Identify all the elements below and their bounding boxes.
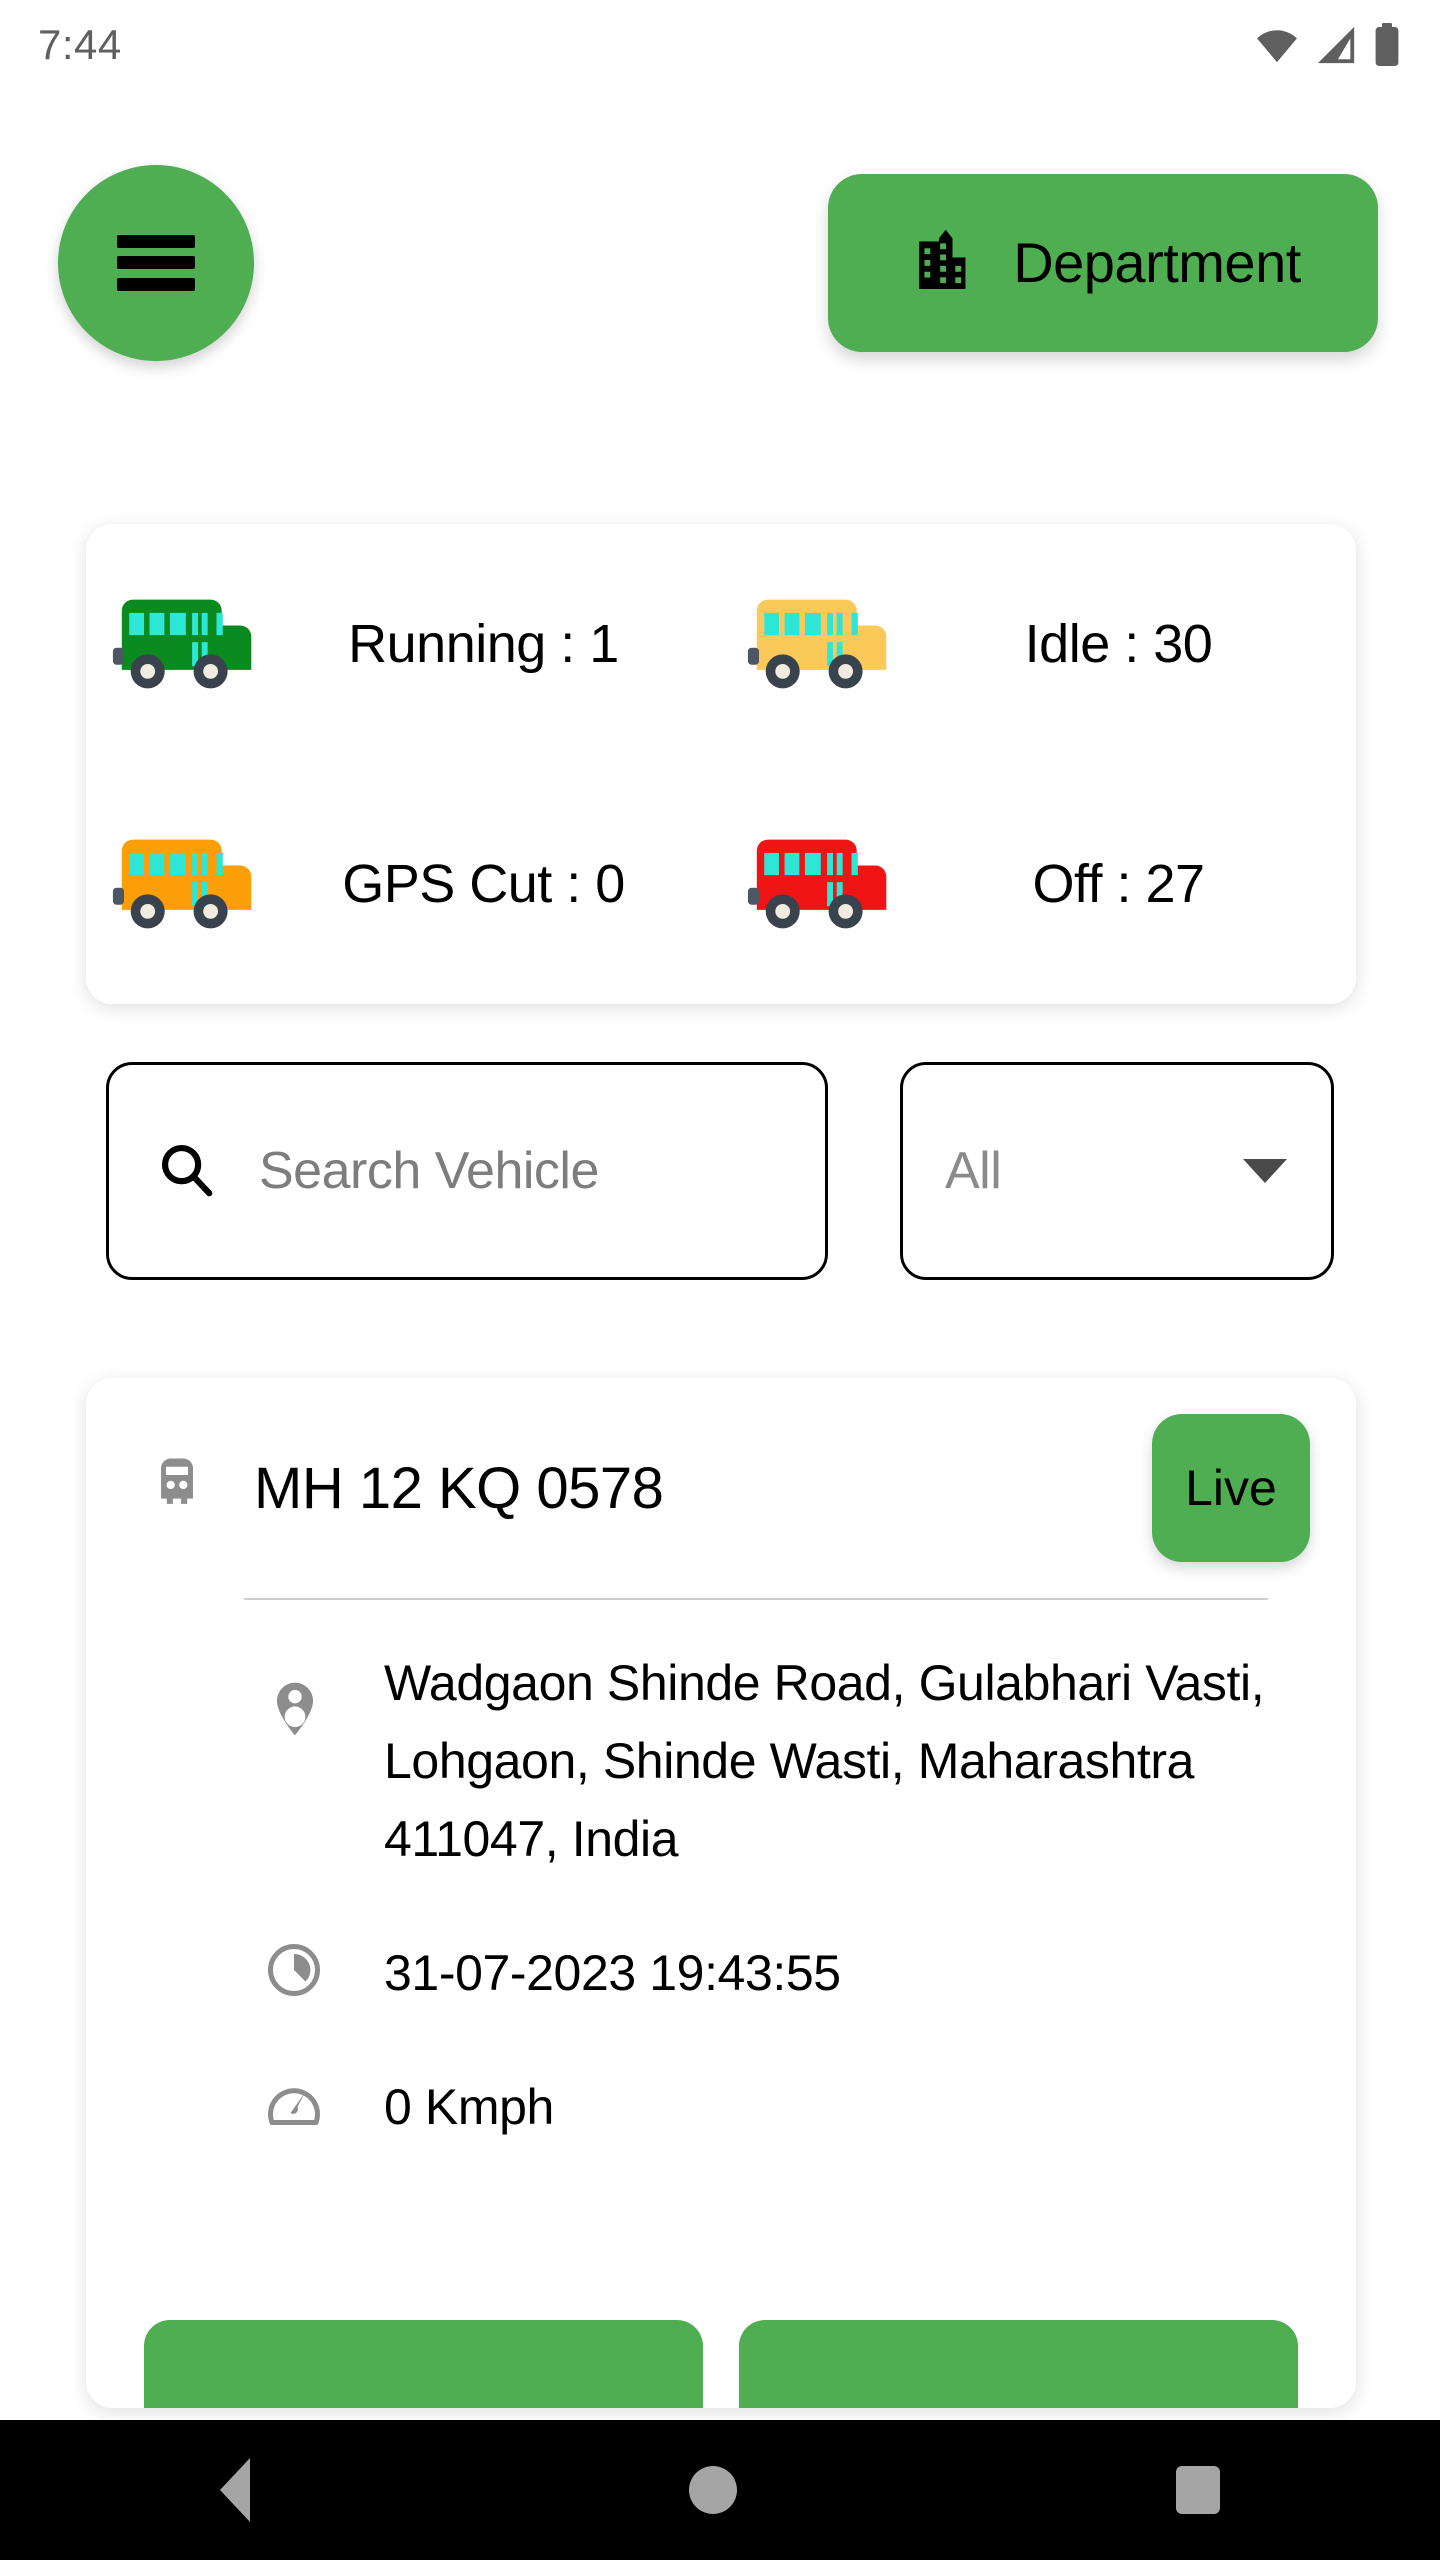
vehicle-timestamp: 31-07-2023 19:43:55 bbox=[384, 1945, 841, 2001]
vehicle-address-row: Wadgaon Shinde Road, Gulabhari Vasti, Lo… bbox=[86, 1644, 1356, 1878]
search-placeholder: Search Vehicle bbox=[259, 1142, 599, 1200]
vehicle-detail-list: Wadgaon Shinde Road, Gulabhari Vasti, Lo… bbox=[86, 1600, 1356, 2146]
status-bar: 7:44 bbox=[0, 0, 1440, 90]
live-button-label: Live bbox=[1185, 1460, 1277, 1516]
fleet-status-row-1: Running : 1 Idle: 30 bbox=[86, 524, 1356, 764]
live-button[interactable]: Live bbox=[1152, 1414, 1310, 1562]
stat-idle-label: Idle : 30 bbox=[1024, 614, 1213, 674]
stat-running-label: Running : 1 bbox=[348, 614, 619, 674]
chevron-down-icon bbox=[1243, 1159, 1287, 1183]
building-icon bbox=[905, 223, 979, 302]
vehicle-action-row bbox=[86, 2320, 1356, 2408]
bus-icon-yellow bbox=[721, 588, 911, 700]
speedometer-icon bbox=[264, 2074, 324, 2139]
stat-off[interactable]: Off : 27 bbox=[721, 764, 1356, 1004]
department-button[interactable]: Department bbox=[828, 173, 1378, 352]
stat-gps-cut[interactable]: GPS Cut : 0 bbox=[86, 764, 721, 1004]
status-icon-group bbox=[1254, 23, 1400, 67]
home-circle-icon[interactable] bbox=[688, 2466, 737, 2514]
search-input[interactable]: Search Vehicle bbox=[106, 1062, 828, 1280]
clock-icon bbox=[264, 1940, 324, 2005]
recents-square-icon[interactable] bbox=[1176, 2466, 1221, 2514]
location-pin-icon bbox=[264, 1678, 326, 1745]
bus-icon-orange bbox=[86, 828, 276, 940]
app-header: Department bbox=[0, 155, 1440, 370]
fleet-status-row-2: GPS Cut : 0 Off: 27 bbox=[86, 764, 1356, 1004]
hamburger-menu-icon bbox=[117, 234, 195, 291]
vehicle-speed: 0 Kmph bbox=[384, 2079, 554, 2135]
vehicle-timestamp-row: 31-07-2023 19:43:55 bbox=[86, 1934, 1356, 2012]
vehicle-action-button-right[interactable] bbox=[739, 2320, 1298, 2408]
search-filter-row: Search Vehicle All bbox=[106, 1062, 1336, 1280]
stat-running[interactable]: Running : 1 bbox=[86, 524, 721, 764]
stat-gps-cut-label: GPS Cut : 0 bbox=[342, 854, 625, 914]
back-triangle-icon[interactable] bbox=[219, 2458, 250, 2522]
wifi-icon bbox=[1254, 26, 1300, 64]
bus-icon-green bbox=[86, 588, 276, 700]
vehicle-plate: MH 12 KQ 0578 bbox=[254, 1455, 664, 1521]
status-clock: 7:44 bbox=[38, 21, 122, 68]
vehicle-filter-value: All bbox=[945, 1142, 1002, 1200]
vehicle-card-header: MH 12 KQ 0578 Live bbox=[86, 1378, 1356, 1598]
vehicle-action-button-left[interactable] bbox=[144, 2320, 703, 2408]
menu-button[interactable] bbox=[58, 164, 254, 361]
stat-idle[interactable]: Idle : 30 bbox=[721, 524, 1356, 764]
bus-front-icon bbox=[144, 1453, 210, 1524]
vehicle-speed-row: 0 Kmph bbox=[86, 2068, 1356, 2146]
battery-icon bbox=[1374, 23, 1400, 67]
department-label: Department bbox=[1013, 231, 1301, 294]
vehicle-filter-dropdown[interactable]: All bbox=[900, 1062, 1334, 1280]
bus-icon-red bbox=[721, 828, 911, 940]
fleet-status-card: Running : 1 Idle: 30 GPS Cut: 0 Off: … bbox=[86, 524, 1356, 1004]
cellular-signal-icon bbox=[1316, 25, 1358, 65]
search-icon bbox=[155, 1138, 217, 1205]
system-navigation-bar bbox=[0, 2420, 1440, 2560]
vehicle-address: Wadgaon Shinde Road, Gulabhari Vasti, Lo… bbox=[384, 1655, 1265, 1867]
app-screen: 7:44 Department Running: 1 Idle: 30 GP… bbox=[0, 0, 1440, 2560]
stat-off-label: Off : 27 bbox=[1032, 854, 1205, 914]
vehicle-card[interactable]: MH 12 KQ 0578 Live Wadgaon Shinde Road, … bbox=[86, 1378, 1356, 2408]
